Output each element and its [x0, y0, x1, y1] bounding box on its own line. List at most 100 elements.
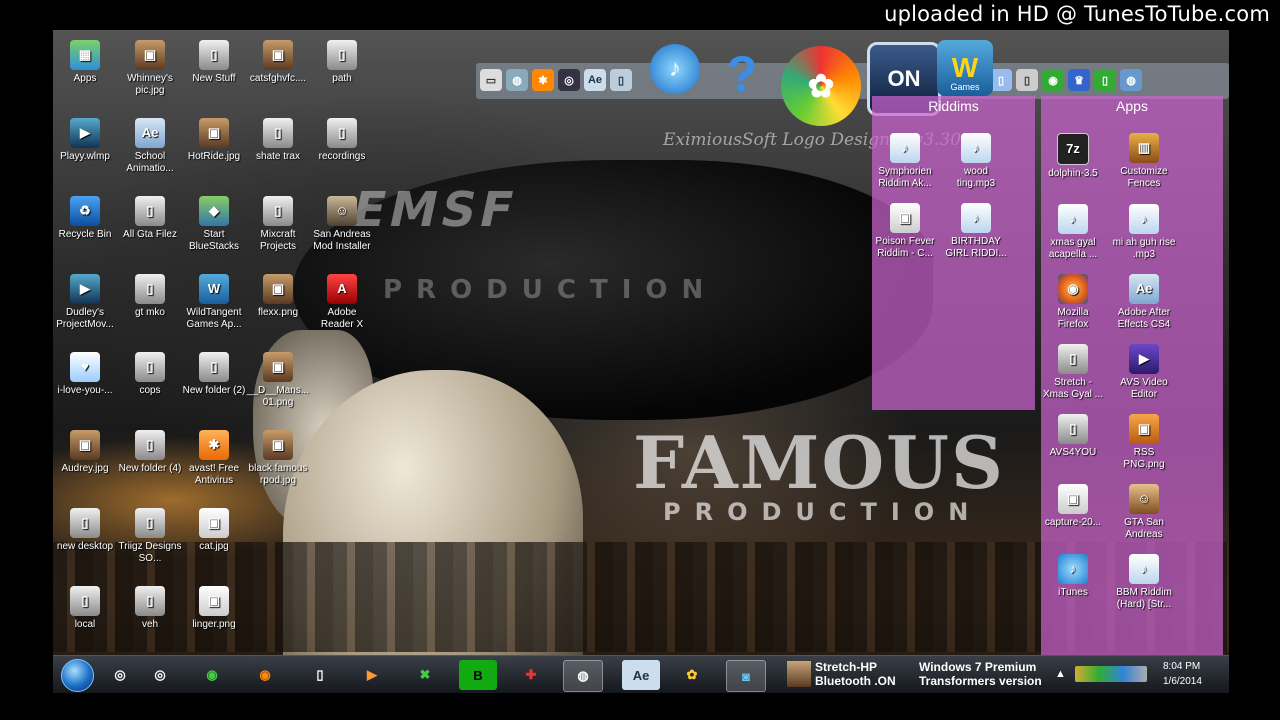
desktop-icon-new-stuff[interactable]: ▯ New Stuff — [182, 40, 246, 85]
taskbar-app-9[interactable]: ✚ — [512, 660, 550, 690]
desktop-icon-wildtangent-games[interactable]: W WildTangent Games Ap... — [182, 274, 246, 331]
desktop-icon-linger-png[interactable]: ▣ linger.png — [182, 586, 246, 631]
taskbar-app-7[interactable]: ✖ — [406, 660, 444, 690]
fence-item-capture[interactable]: ▣ capture-20... — [1041, 484, 1105, 529]
desktop-icon-triigz-designs[interactable]: ▯ Triigz Designs SO... — [118, 508, 182, 565]
folder-icon: ▯ — [263, 118, 293, 148]
eximious-taskbar-icon[interactable]: ✿ — [673, 660, 711, 690]
bluestacks-icon: ◆ — [199, 196, 229, 226]
taskbar-app-1[interactable]: ◎ — [101, 660, 139, 690]
taskbar-app-8[interactable]: B — [459, 660, 497, 690]
desktop-icon-veh[interactable]: ▯ veh — [118, 586, 182, 631]
taskbar-app-10[interactable]: ◍ — [563, 660, 603, 692]
after-effects-taskbar-icon[interactable]: Ae — [622, 660, 660, 690]
toolbar-icon-14[interactable]: ▯ — [990, 69, 1012, 91]
avast-toolbar-icon[interactable]: ✱ — [532, 69, 554, 91]
mod-installer-icon: ☺ — [327, 196, 357, 226]
desktop-icon-new-folder-4[interactable]: ▯ New folder (4) — [118, 430, 182, 475]
image-file-icon: ▣ — [1058, 484, 1088, 514]
desktop-icon-cops[interactable]: ▯ cops — [118, 352, 182, 397]
clock-time[interactable]: 8:04 PM — [1163, 661, 1200, 672]
desktop-icon-recycle-bin[interactable]: ♻ Recycle Bin — [53, 196, 117, 241]
firefox-taskbar-icon[interactable]: ◉ — [246, 660, 284, 690]
desktop-icon-whinney-pic[interactable]: ▣ Whinney's pic.jpg — [118, 40, 182, 97]
fence-item-gta-san-andreas[interactable]: ☺ GTA San Andreas — [1112, 484, 1176, 541]
desktop-icon-all-gta-filez[interactable]: ▯ All Gta Filez — [118, 196, 182, 241]
start-button[interactable] — [61, 659, 94, 692]
desktop-icon-hotride[interactable]: ▣ HotRide.jpg — [182, 118, 246, 163]
desktop-icon-adobe-reader[interactable]: A Adobe Reader X — [310, 274, 374, 331]
chrome-taskbar-icon[interactable]: ◉ — [193, 660, 231, 690]
desktop-icon-recordings[interactable]: ▯ recordings — [310, 118, 374, 163]
taskbar-app-6[interactable]: ▶ — [353, 660, 391, 690]
desktop-icon-black-famous-rpod[interactable]: ▣ black famous rpod.jpg — [246, 430, 310, 487]
desktop-icon-audrey-jpg[interactable]: ▣ Audrey.jpg — [53, 430, 117, 475]
fence-item-bbm-riddim[interactable]: ♪ BBM Riddim (Hard) [Str... — [1112, 554, 1176, 611]
desktop-icon-apps[interactable]: ▦ Apps — [53, 40, 117, 85]
fence-item-xmas-gyal-acapella[interactable]: ♪ xmas gyal acapella ... — [1041, 204, 1105, 261]
toolbar-icon-15[interactable]: ▯ — [1016, 69, 1038, 91]
desktop-icon-local[interactable]: ▯ local — [53, 586, 117, 631]
fence-item-mozilla-firefox[interactable]: ◉ Mozilla Firefox — [1041, 274, 1105, 331]
fence-item-rss-png[interactable]: ▣ RSS PNG.png — [1112, 414, 1176, 471]
fence-item-poison-fever-riddim[interactable]: ▣ Poison Fever Riddim - C... — [873, 203, 937, 260]
fence-item-itunes[interactable]: ♪ iTunes — [1041, 554, 1105, 599]
help-dock-icon[interactable]: ? — [718, 40, 766, 108]
fence-item-birthday-girl-riddim[interactable]: ♪ BIRTHDAY GIRL RIDDI... — [944, 203, 1008, 260]
desktop-icon-flexx-png[interactable]: ▣ flexx.png — [246, 274, 310, 319]
fence-item-adobe-after-effects[interactable]: Ae Adobe After Effects CS4 — [1112, 274, 1176, 331]
toolbar-icon-2[interactable]: ◍ — [506, 69, 528, 91]
desktop-icon-playy-wlmp[interactable]: ▶ Playy.wlmp — [53, 118, 117, 163]
desktop-icon-gt-mko[interactable]: ▯ gt mko — [118, 274, 182, 319]
folder-icon: ▯ — [327, 40, 357, 70]
desktop-icon-school-animation[interactable]: Ae School Animatio... — [118, 118, 182, 175]
folder-toolbar-icon[interactable]: ▯ — [610, 69, 632, 91]
folder-icon: ▯ — [70, 586, 100, 616]
desktop-icon-path[interactable]: ▯ path — [310, 40, 374, 85]
image-file-icon: ▣ — [1129, 414, 1159, 444]
fence-item-mi-ah-guh-rise[interactable]: ♪ mi ah guh rise .mp3 — [1112, 204, 1176, 261]
toolbar-icon-1[interactable]: ▭ — [480, 69, 502, 91]
fence-item-symphorien-riddim[interactable]: ♪ Symphorien Riddim Ak... — [873, 133, 937, 190]
desktop-icon-new-folder-2[interactable]: ▯ New folder (2) — [182, 352, 246, 397]
tray-expand-icon[interactable]: ▲ — [1055, 668, 1066, 680]
desktop-icon-shate-trax[interactable]: ▯ shate trax — [246, 118, 310, 163]
desktop-icon-start-bluestacks[interactable]: ◆ Start BlueStacks — [182, 196, 246, 253]
fence-item-dolphin[interactable]: 7z dolphin-3.5 — [1041, 133, 1105, 180]
desktop-icon-cat-jpg[interactable]: ▣ cat.jpg — [182, 508, 246, 553]
fence-item-stretch-xmas-gyal[interactable]: ▯ Stretch - Xmas Gyal ... — [1041, 344, 1105, 401]
folder-icon: ▯ — [199, 352, 229, 382]
after-effects-toolbar-icon[interactable]: Ae — [584, 69, 606, 91]
desktop-icon-dudleys-project[interactable]: ▶ Dudley's ProjectMov... — [53, 274, 117, 331]
itunes-dock-icon[interactable]: ♪ — [650, 44, 700, 94]
taskbar-app-2[interactable]: ◎ — [141, 660, 179, 690]
skype-taskbar-icon[interactable]: ◙ — [726, 660, 766, 692]
toolbar-icon-19[interactable]: ◍ — [1120, 69, 1142, 91]
desktop-icon-i-love-you[interactable]: ♥ i-love-you-... — [53, 352, 117, 397]
toolbar-icon-18[interactable]: ▯ — [1094, 69, 1116, 91]
crown-toolbar-icon[interactable]: ♛ — [1068, 69, 1090, 91]
desktop-icon-d-mans-png[interactable]: ▣ __D__Mans... 01.png — [246, 352, 310, 409]
desktop-icon-new-desktop[interactable]: ▯ new desktop — [53, 508, 117, 553]
fence-item-wood-ting[interactable]: ♪ wood ting.mp3 — [944, 133, 1008, 190]
desktop-icon-avast[interactable]: ✱ avast! Free Antivirus — [182, 430, 246, 487]
taskbar-app-5[interactable]: ▯ — [301, 660, 339, 690]
windows-edition-line-1: Windows 7 Premium — [919, 660, 1037, 674]
tray-icons[interactable] — [1075, 666, 1147, 682]
desktop-icon-san-andreas-mod-installer[interactable]: ☺ San Andreas Mod Installer — [310, 196, 374, 253]
desktop-icon-catsfghvfc[interactable]: ▣ catsfghvfc.... — [246, 40, 310, 85]
movie-maker-icon: ▶ — [70, 118, 100, 148]
clock-date[interactable]: 1/6/2014 — [1163, 676, 1202, 687]
desktop-icon-mixcraft-projects[interactable]: ▯ Mixcraft Projects — [246, 196, 310, 253]
fence-item-avs-video-editor[interactable]: ▶ AVS Video Editor — [1112, 344, 1176, 401]
avast-icon: ✱ — [199, 430, 229, 460]
fence-item-customize-fences[interactable]: ▥ Customize Fences — [1112, 133, 1176, 190]
image-file-icon: ▣ — [199, 586, 229, 616]
watermark-text: uploaded in HD @ TunesToTube.com — [884, 2, 1270, 26]
movie-maker-icon: ▶ — [70, 274, 100, 304]
eximious-logo-icon[interactable]: ✿ — [781, 46, 861, 126]
fence-item-avs4you[interactable]: ▯ AVS4YOU — [1041, 414, 1105, 459]
7zip-icon: 7z — [1057, 133, 1089, 165]
toolbar-icon-4[interactable]: ◎ — [558, 69, 580, 91]
chrome-toolbar-icon[interactable]: ◉ — [1042, 69, 1064, 91]
